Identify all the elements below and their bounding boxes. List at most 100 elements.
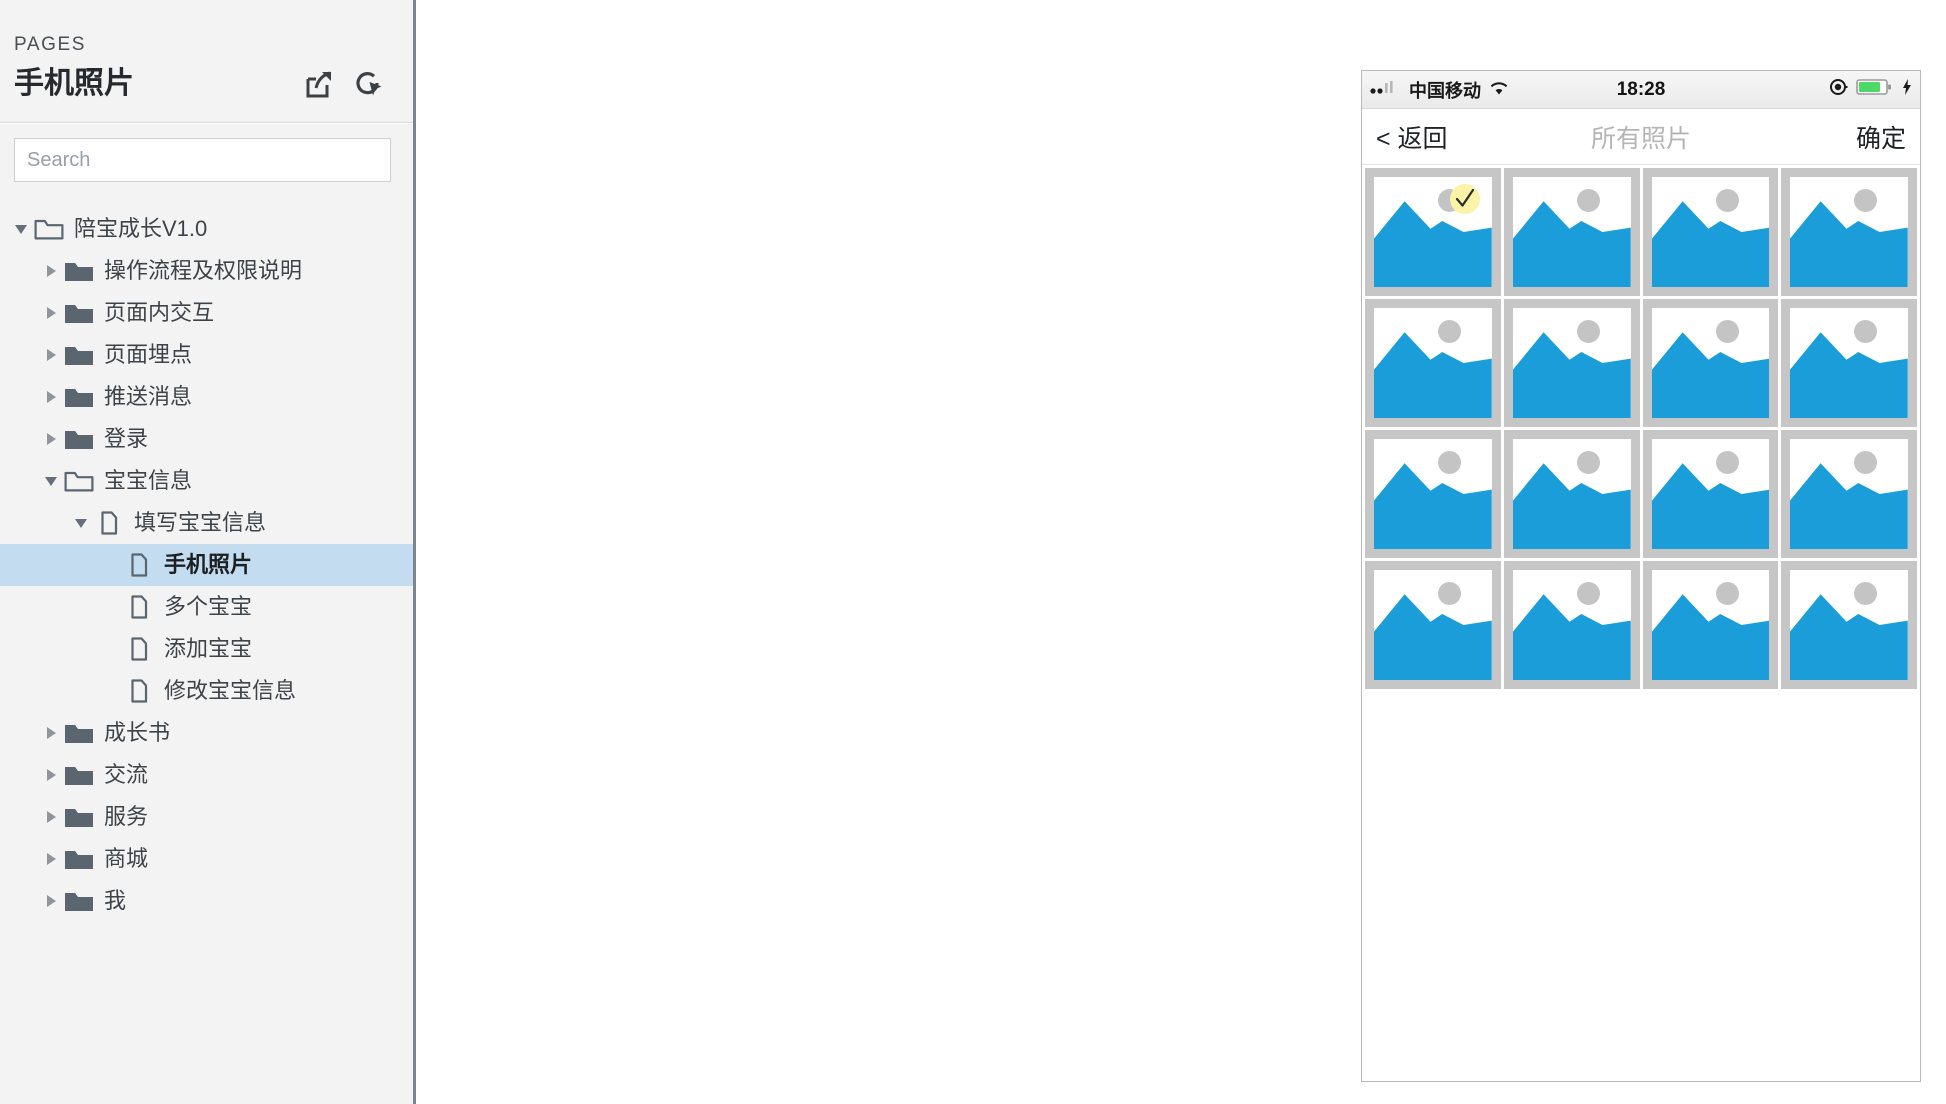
search-wrapper — [0, 124, 413, 182]
status-bar: 中国移动 18:28 — [1362, 71, 1920, 109]
photo-thumbnail[interactable] — [1365, 299, 1501, 427]
tree-item-label: 交流 — [104, 762, 149, 787]
app-root: PAGES 手机照片 Search 陪宝成长V1.0 操作流程及权限说明 页面内… — [0, 0, 1946, 1104]
photo-thumbnail[interactable] — [1503, 561, 1640, 689]
photo-thumbnail[interactable] — [1781, 168, 1917, 296]
tree-item-label: 手机照片 — [164, 552, 253, 577]
image-placeholder-icon — [1374, 570, 1492, 680]
photo-thumbnail[interactable] — [1365, 430, 1501, 558]
photo-thumbnail[interactable] — [1781, 561, 1917, 689]
tree-item-label: 服务 — [104, 804, 149, 829]
tree-item-label: 修改宝宝信息 — [164, 678, 297, 703]
tree-item-13[interactable]: 交流 — [0, 754, 413, 796]
tree-item-15[interactable]: 商城 — [0, 838, 413, 880]
chevron-right-icon[interactable] — [38, 426, 64, 452]
page-icon — [124, 594, 154, 620]
tree-item-label: 添加宝宝 — [164, 636, 253, 661]
folder-closed-icon — [64, 846, 94, 872]
chevron-right-icon[interactable] — [38, 384, 64, 410]
tree-item-6[interactable]: 宝宝信息 — [0, 460, 413, 502]
status-bar-right — [1830, 78, 1912, 101]
folder-closed-icon — [64, 888, 94, 914]
tree-item-label: 页面内交互 — [104, 300, 215, 325]
tree-item-label: 推送消息 — [104, 384, 193, 409]
chevron-down-icon[interactable] — [68, 510, 94, 536]
image-placeholder-icon — [1790, 439, 1908, 549]
image-placeholder-icon — [1374, 308, 1492, 418]
folder-closed-icon — [64, 258, 94, 284]
tree-item-8[interactable]: 手机照片 — [0, 544, 413, 586]
search-input[interactable] — [14, 138, 391, 182]
photo-thumbnail[interactable] — [1642, 299, 1779, 427]
chevron-right-icon[interactable] — [38, 720, 64, 746]
image-placeholder-icon — [1651, 570, 1770, 680]
chevron-right-icon[interactable] — [38, 846, 64, 872]
photo-thumbnail[interactable] — [1503, 168, 1640, 296]
photo-thumbnail[interactable] — [1365, 168, 1501, 296]
tree-item-5[interactable]: 登录 — [0, 418, 413, 460]
chevron-down-icon[interactable] — [38, 468, 64, 494]
page-icon — [94, 510, 124, 536]
tree-item-2[interactable]: 页面内交互 — [0, 292, 413, 334]
pages-sidebar: PAGES 手机照片 Search 陪宝成长V1.0 操作流程及权限说明 页面内… — [0, 0, 416, 1104]
image-placeholder-icon — [1651, 439, 1770, 549]
tree-item-14[interactable]: 服务 — [0, 796, 413, 838]
photo-thumbnail[interactable] — [1781, 430, 1917, 558]
photo-thumbnail[interactable] — [1365, 561, 1501, 689]
tree-item-0[interactable]: 陪宝成长V1.0 — [0, 208, 413, 250]
folder-closed-icon — [64, 426, 94, 452]
tree-item-label: 填写宝宝信息 — [134, 510, 267, 535]
photo-thumbnail[interactable] — [1642, 168, 1779, 296]
tree-item-3[interactable]: 页面埋点 — [0, 334, 413, 376]
chevron-right-icon[interactable] — [38, 762, 64, 788]
tree-item-label: 多个宝宝 — [164, 594, 253, 619]
image-placeholder-icon — [1651, 308, 1770, 418]
folder-closed-icon — [64, 762, 94, 788]
chevron-right-icon[interactable] — [38, 300, 64, 326]
chevron-down-icon[interactable] — [8, 216, 34, 242]
wifi-icon — [1488, 79, 1510, 101]
tree-item-label: 页面埋点 — [104, 342, 193, 367]
photo-thumbnail[interactable] — [1642, 561, 1779, 689]
tree-item-1[interactable]: 操作流程及权限说明 — [0, 250, 413, 292]
export-icon[interactable] — [305, 70, 333, 98]
photo-thumbnail[interactable] — [1503, 299, 1640, 427]
carrier-label: 中国移动 — [1409, 80, 1481, 101]
tree-item-label: 陪宝成长V1.0 — [74, 216, 208, 241]
photo-thumbnail[interactable] — [1503, 430, 1640, 558]
photo-thumbnail[interactable] — [1642, 430, 1779, 558]
image-placeholder-icon — [1512, 439, 1631, 549]
selected-check-icon[interactable] — [1449, 183, 1480, 214]
chevron-right-icon[interactable] — [38, 342, 64, 368]
panel-actions — [305, 70, 383, 98]
folder-closed-icon — [64, 342, 94, 368]
design-canvas: 中国移动 18:28 < 返回 所有照片 确定 — [419, 0, 1946, 1104]
tree-item-11[interactable]: 修改宝宝信息 — [0, 670, 413, 712]
signal-bars-icon — [1370, 79, 1402, 100]
preview-icon[interactable] — [355, 70, 383, 98]
tree-item-label: 我 — [104, 888, 127, 913]
folder-closed-icon — [64, 384, 94, 410]
image-placeholder-icon — [1512, 308, 1631, 418]
confirm-button[interactable]: 确定 — [1856, 119, 1906, 155]
photo-grid-body — [1362, 165, 1920, 1080]
photo-thumbnail[interactable] — [1781, 299, 1917, 427]
chevron-right-icon[interactable] — [38, 258, 64, 284]
tree-item-9[interactable]: 多个宝宝 — [0, 586, 413, 628]
back-button[interactable]: < 返回 — [1376, 119, 1448, 155]
tree-item-label: 登录 — [104, 426, 149, 451]
status-bar-left: 中国移动 — [1370, 77, 1510, 103]
tree-item-4[interactable]: 推送消息 — [0, 376, 413, 418]
charging-bolt-icon — [1902, 78, 1912, 101]
chevron-right-icon[interactable] — [38, 888, 64, 914]
tree-item-12[interactable]: 成长书 — [0, 712, 413, 754]
phone-mockup: 中国移动 18:28 < 返回 所有照片 确定 — [1361, 70, 1921, 1082]
tree-item-7[interactable]: 填写宝宝信息 — [0, 502, 413, 544]
tree-item-10[interactable]: 添加宝宝 — [0, 628, 413, 670]
tree-item-16[interactable]: 我 — [0, 880, 413, 922]
chevron-right-icon[interactable] — [38, 804, 64, 830]
